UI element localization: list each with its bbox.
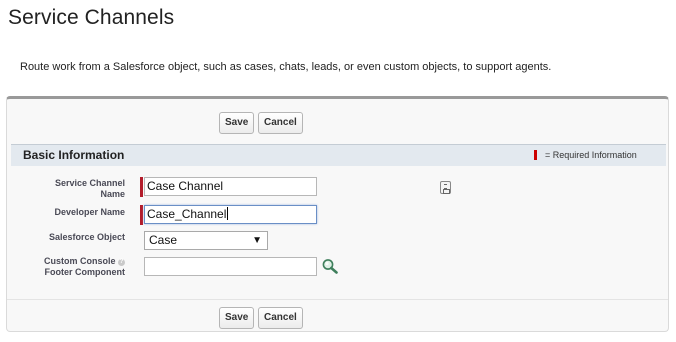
cancel-button-bottom[interactable]: Cancel — [258, 307, 303, 329]
page-title: Service Channels — [8, 6, 175, 29]
edit-panel: Save Cancel Basic Information = Required… — [6, 96, 669, 332]
developer-name-value: Case_Channel — [147, 207, 227, 221]
section-title: Basic Information — [23, 148, 125, 162]
channel-name-input[interactable]: Case Channel — [144, 177, 451, 196]
lookup-magnifier-icon[interactable] — [321, 258, 339, 274]
context-menu-icon[interactable] — [440, 181, 451, 194]
footer-component-label-line1: Custom Console — [43, 256, 116, 266]
footer-component-label: Custom Console ? Footer Component — [7, 256, 125, 278]
salesforce-object-label: Salesforce Object — [48, 232, 125, 242]
salesforce-object-select[interactable]: Case ▼ — [144, 231, 268, 250]
required-legend-marker — [534, 150, 537, 160]
salesforce-object-value: Case — [149, 233, 178, 247]
cancel-button-top[interactable]: Cancel — [258, 112, 303, 134]
help-icon[interactable]: ? — [118, 259, 125, 266]
footer-divider — [7, 299, 668, 300]
channel-name-value: Case Channel — [147, 179, 224, 193]
dropdown-arrow-icon: ▼ — [252, 235, 262, 246]
developer-name-required-marker — [140, 205, 143, 225]
channel-name-label-line2: Name — [100, 189, 125, 199]
developer-name-label: Developer Name — [54, 207, 125, 217]
footer-component-label-line2: Footer Component — [44, 267, 126, 277]
footer-component-input[interactable] — [144, 257, 317, 276]
developer-name-input[interactable]: Case_Channel — [144, 205, 317, 224]
channel-name-label: Service Channel Name — [7, 178, 125, 200]
save-button-top[interactable]: Save — [219, 112, 255, 134]
channel-name-required-marker — [140, 177, 143, 197]
section-header: Basic Information = Required Information — [11, 144, 666, 166]
required-legend-text: = Required Information — [545, 150, 637, 160]
save-button-bottom[interactable]: Save — [219, 307, 255, 329]
channel-name-label-line1: Service Channel — [54, 178, 125, 188]
text-cursor — [227, 207, 229, 220]
page-description: Route work from a Salesforce object, suc… — [20, 61, 552, 73]
